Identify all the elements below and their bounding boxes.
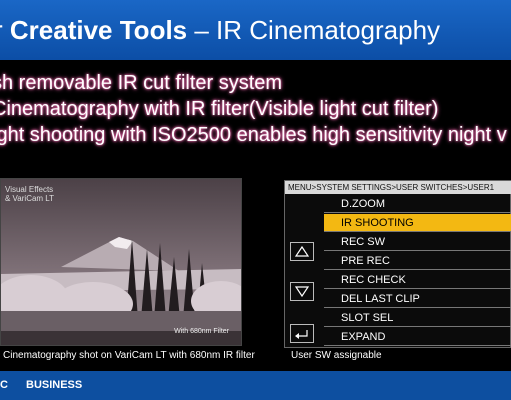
menu-item-del-last-clip[interactable]: DEL LAST CLIP [324,290,511,308]
menu-item-expand[interactable]: EXPAND [324,328,511,346]
left-caption: Cinematography shot on VariCam LT with 6… [3,350,255,361]
return-arrow-icon [295,330,308,339]
ir-photo: Visual Effects & VariCam LT With 680nm F… [0,178,242,346]
title-rest: – IR Cinematography [187,15,441,45]
menu-breadcrumb: MENU>SYSTEM SETTINGS>USER SWITCHES>USER1 [285,181,511,194]
bullet-1: sh removable IR cut filter system [0,72,283,94]
bullet-list: sh removable IR cut filter system Cinema… [0,70,511,148]
menu-item-d-zoom[interactable]: D.ZOOM [324,195,511,213]
return-button[interactable] [290,324,314,343]
bullet-3: ight shooting with ISO2500 enables high … [0,124,507,146]
menu-item-rec-sw[interactable]: REC SW [324,233,511,251]
menu-item-rec-check[interactable]: REC CHECK [324,271,511,289]
title-prefix: r [0,15,10,45]
bullet-2: Cinematography with IR filter(Visible li… [0,98,439,120]
photo-overlay-top: Visual Effects & VariCam LT [5,185,54,203]
down-triangle-icon [294,286,310,298]
photo-overlay-line-2: & VariCam LT [5,194,55,203]
scroll-up-button[interactable] [290,242,314,261]
ir-landscape-image [1,179,241,345]
business-label: BUSINESS [26,379,83,391]
camera-menu-panel: MENU>SYSTEM SETTINGS>USER SWITCHES>USER1… [284,180,511,348]
title-bold: Creative Tools [9,15,188,45]
right-caption: User SW assignable [291,350,382,361]
brand-logo-fragment: C [0,379,8,391]
photo-overlay-line-1: Visual Effects [5,185,54,194]
photo-overlay-bottom: With 680nm Filter [174,328,229,335]
menu-item-ir-shooting[interactable]: IR SHOOTING [324,214,511,232]
title-bar: r Creative Tools – IR Cinematography [0,0,511,60]
footer-bar: C BUSINESS [0,371,511,400]
menu-item-pre-rec[interactable]: PRE REC [324,252,511,270]
menu-item-slot-sel[interactable]: SLOT SEL [324,309,511,327]
slide-title: r Creative Tools – IR Cinematography [0,15,440,46]
up-triangle-icon [294,245,310,257]
scroll-down-button[interactable] [290,282,314,301]
